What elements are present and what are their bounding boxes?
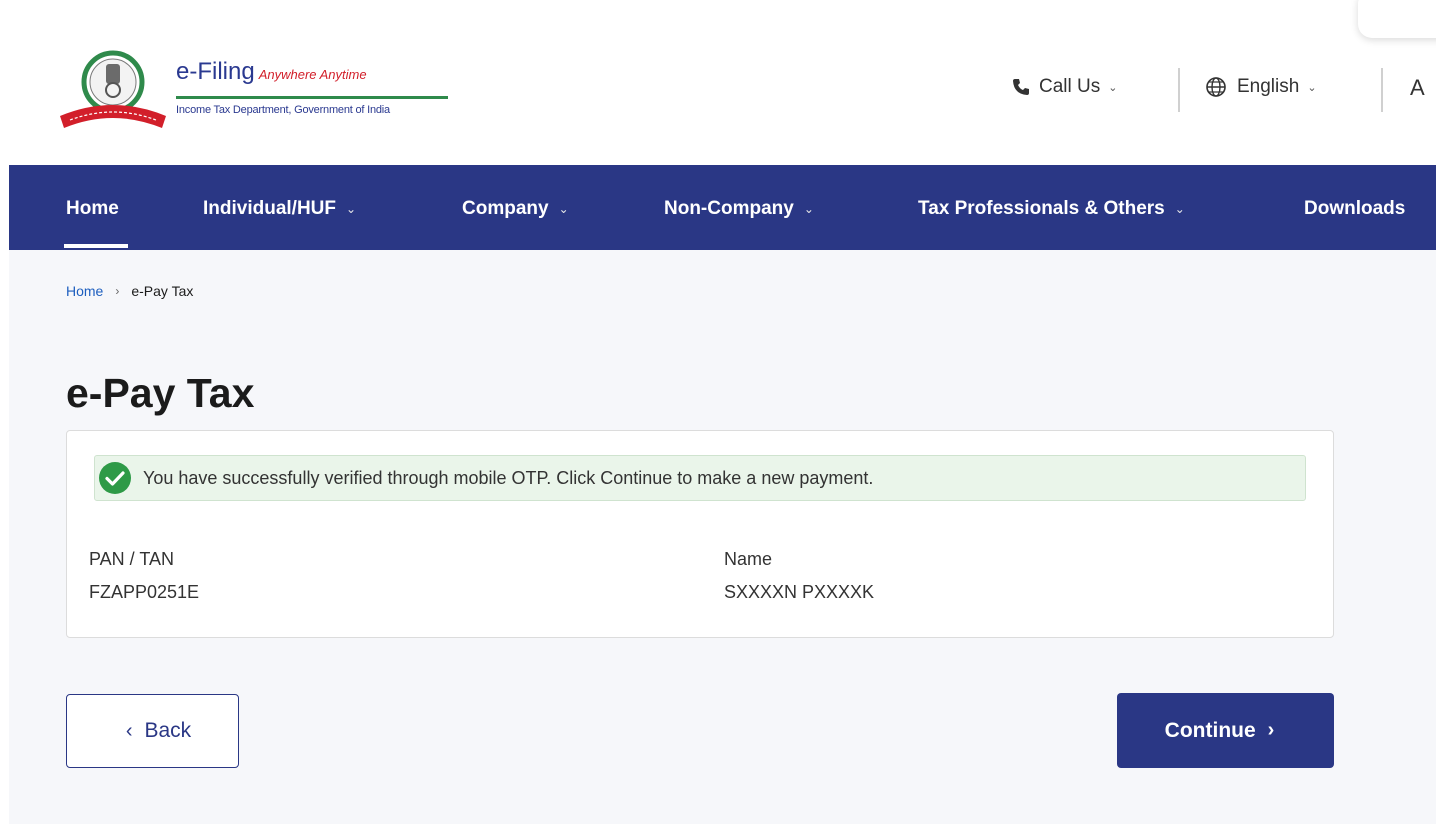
nav-non-company[interactable]: Non-Company ⌄ xyxy=(664,198,814,220)
nav-downloads-label: Downloads xyxy=(1304,198,1406,219)
nav-non-company-label: Non-Company xyxy=(664,198,794,219)
nav-home[interactable]: Home xyxy=(66,198,119,220)
chevron-left-icon: ‹ xyxy=(125,719,133,742)
globe-icon xyxy=(1206,77,1226,97)
success-message: You have successfully verified through m… xyxy=(143,467,874,488)
brand-divider xyxy=(176,96,448,99)
continue-button-label: Continue xyxy=(1164,718,1256,742)
name-label: Name xyxy=(724,549,773,569)
nav-individual-huf[interactable]: Individual/HUF ⌄ xyxy=(203,198,356,220)
nav-home-label: Home xyxy=(66,198,119,219)
breadcrumb-current: e-Pay Tax xyxy=(131,283,194,299)
pan-tan-label: PAN / TAN xyxy=(89,549,175,569)
brand-tagline: Anywhere Anytime xyxy=(258,67,367,82)
chevron-down-icon: ⌄ xyxy=(803,202,814,216)
emblem-icon xyxy=(60,50,166,128)
pan-tan-value: FZAPP0251E xyxy=(89,582,200,602)
back-button-label: Back xyxy=(144,719,192,742)
breadcrumb-home-link[interactable]: Home xyxy=(66,283,103,299)
header-divider xyxy=(1178,68,1180,112)
nav-tax-professionals-label: Tax Professionals & Others xyxy=(918,198,1165,219)
brand-subtitle: Income Tax Department, Government of Ind… xyxy=(176,104,390,116)
name-value: SXXXXN PXXXXK xyxy=(724,582,875,602)
language-dropdown[interactable]: English ⌄ xyxy=(1205,76,1317,98)
chevron-down-icon: ⌄ xyxy=(1174,202,1185,216)
page-title: e-Pay Tax xyxy=(66,370,255,416)
nav-active-indicator xyxy=(64,244,128,248)
call-us-dropdown[interactable]: Call Us ⌄ xyxy=(1011,76,1117,98)
call-us-label: Call Us xyxy=(1039,76,1101,97)
chevron-down-icon: ⌄ xyxy=(1108,81,1118,94)
continue-button[interactable]: Continue › xyxy=(1117,693,1334,768)
chevron-down-icon: ⌄ xyxy=(346,202,357,216)
check-circle-icon xyxy=(99,462,131,494)
nav-individual-huf-label: Individual/HUF xyxy=(203,198,336,219)
breadcrumb: Home › e-Pay Tax xyxy=(66,283,193,299)
phone-icon xyxy=(1013,79,1029,95)
brand-title: e-Filing xyxy=(176,58,255,85)
nav-downloads[interactable]: Downloads xyxy=(1304,198,1405,220)
chevron-right-icon: › xyxy=(115,284,120,298)
efiling-logo[interactable]: e-Filing Anywhere Anytime Income Tax Depa… xyxy=(56,50,456,130)
chevron-down-icon: ⌄ xyxy=(1307,81,1317,94)
language-label: English xyxy=(1237,76,1300,97)
nav-company[interactable]: Company ⌄ xyxy=(462,198,569,220)
chevron-right-icon: › xyxy=(1267,719,1275,741)
font-size-control[interactable]: A xyxy=(1410,75,1425,101)
nav-company-label: Company xyxy=(462,198,549,219)
floating-widget[interactable] xyxy=(1358,0,1436,38)
chevron-down-icon: ⌄ xyxy=(558,202,569,216)
success-alert: You have successfully verified through m… xyxy=(94,455,1306,501)
nav-tax-professionals[interactable]: Tax Professionals & Others ⌄ xyxy=(918,198,1185,220)
header-divider xyxy=(1381,68,1383,112)
back-button[interactable]: ‹ Back xyxy=(66,694,239,768)
